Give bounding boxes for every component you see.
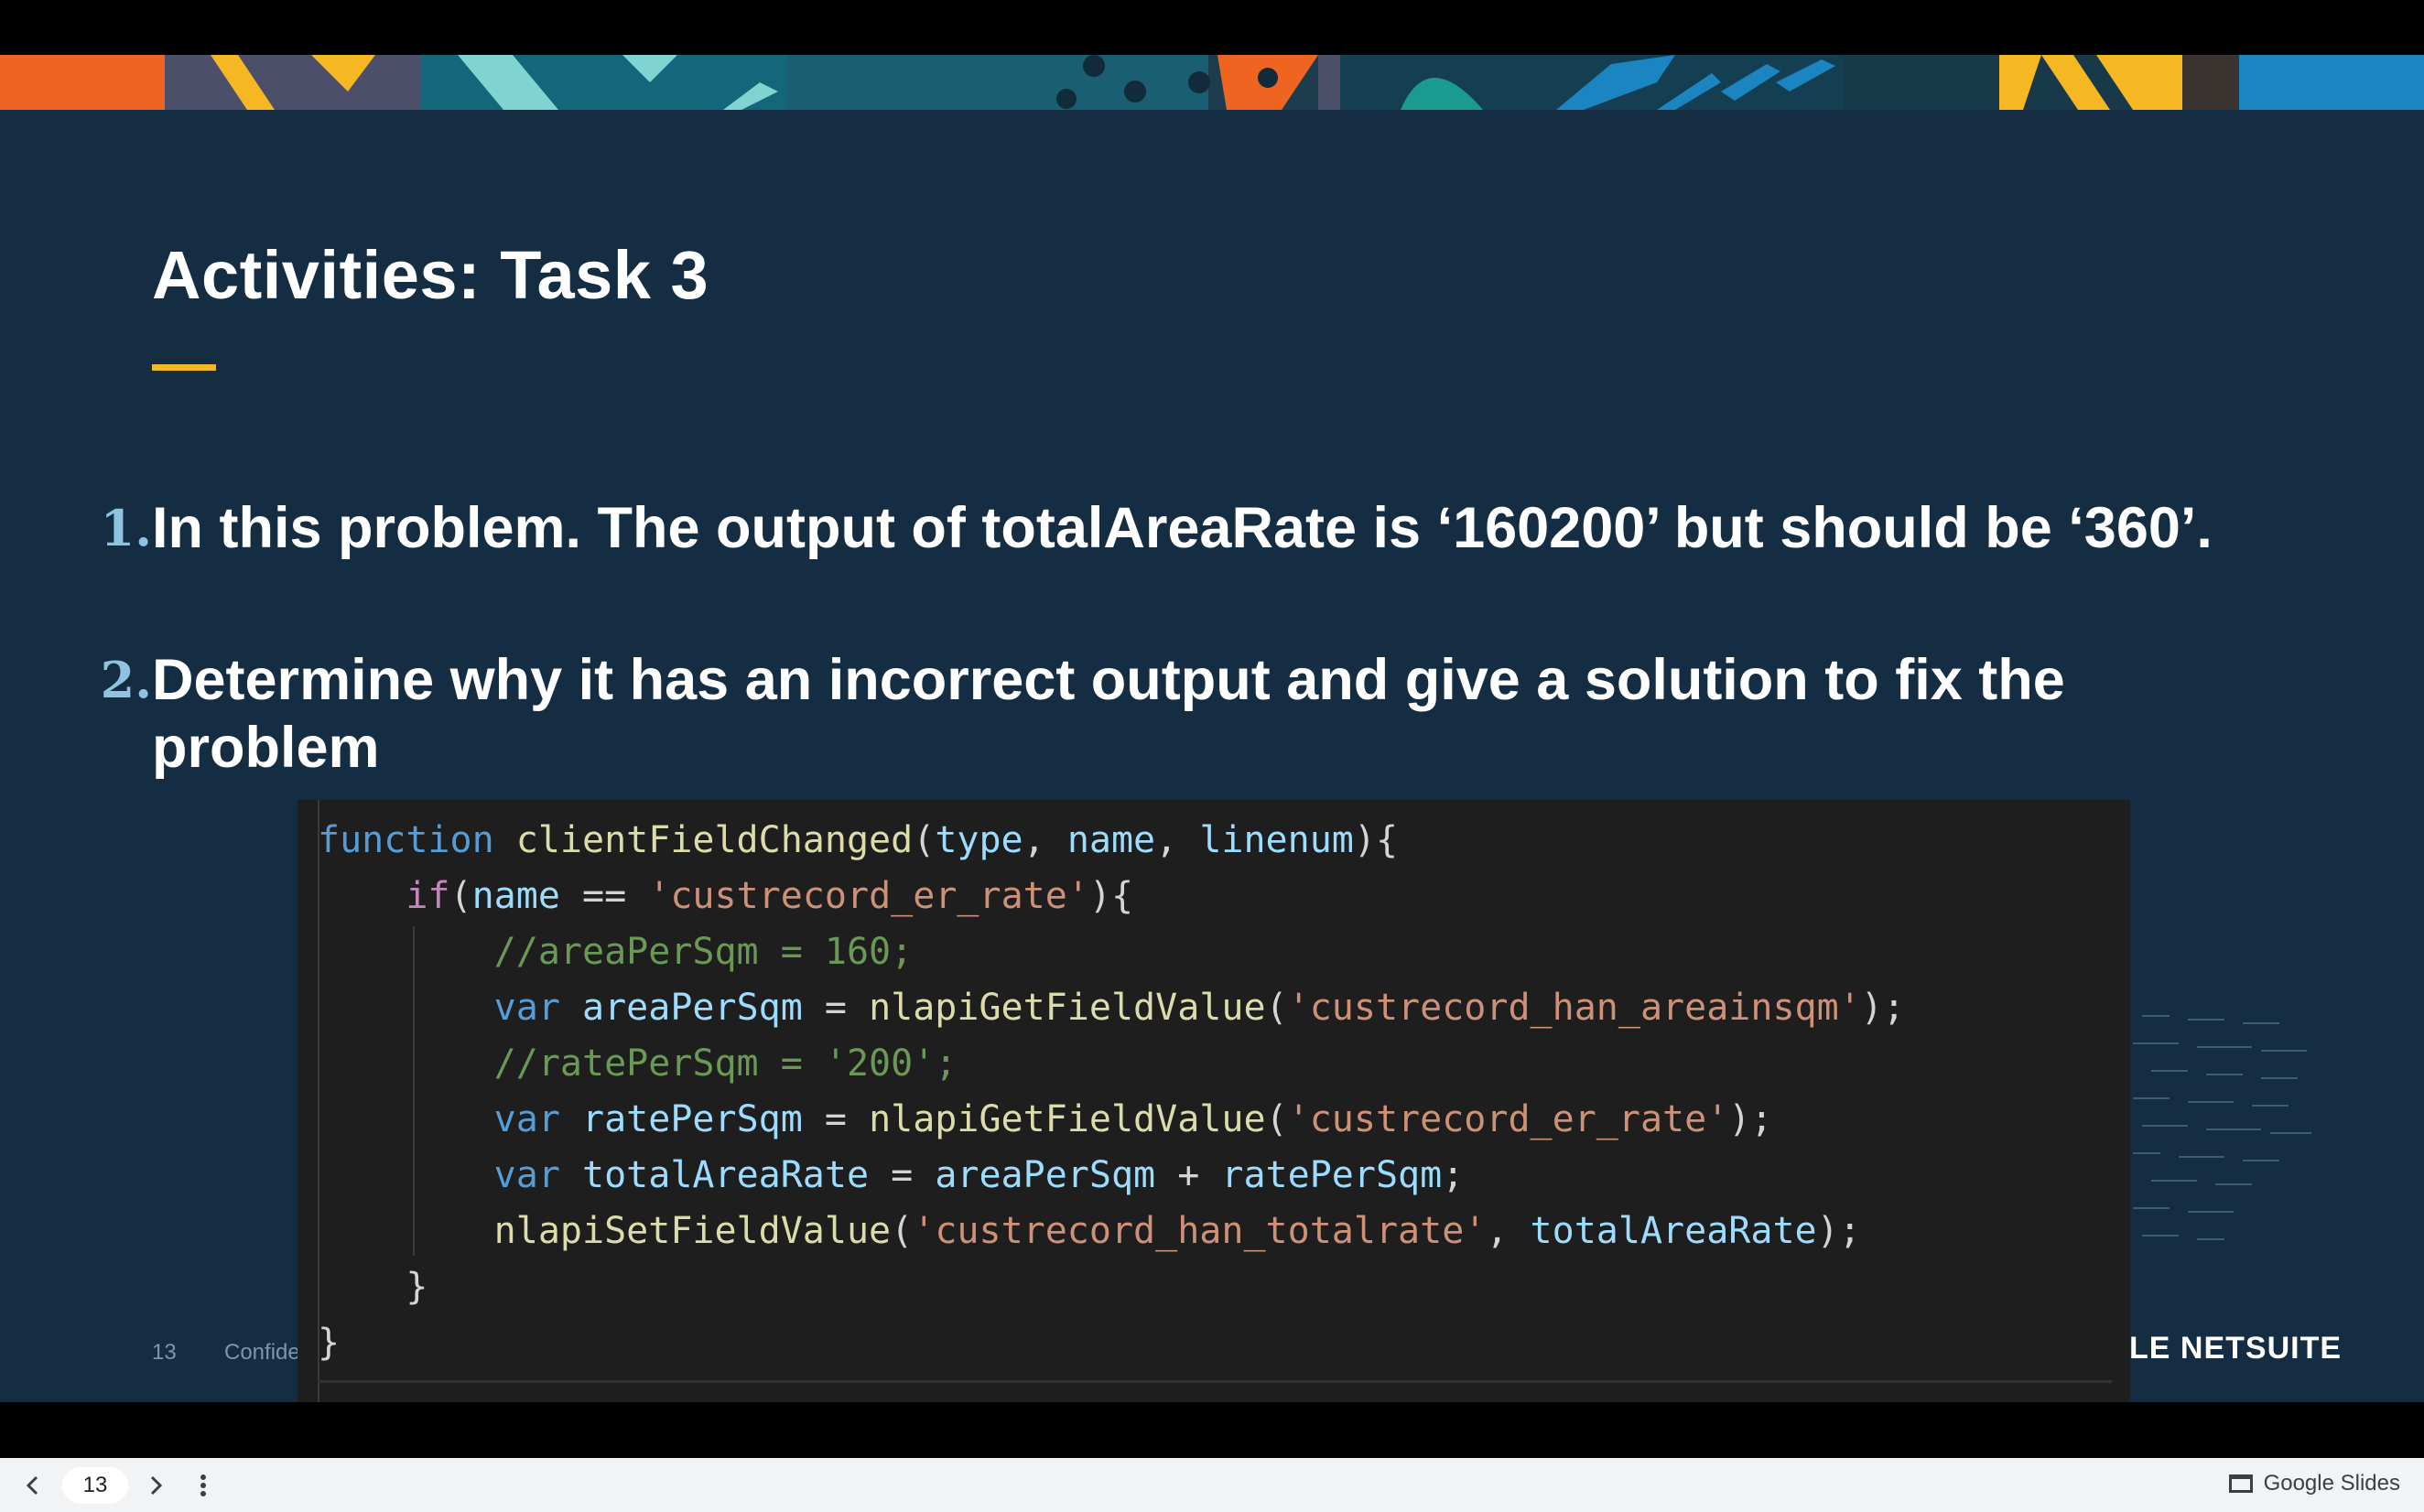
code-line: var totalAreaRate = areaPerSqm + ratePer… — [493, 1154, 1465, 1196]
presentation-toolbar: 13 Google Slides — [0, 1458, 2424, 1512]
code-line: if(name == 'custrecord_er_rate'){ — [406, 875, 1134, 917]
slide-page-number: 13 — [152, 1340, 177, 1365]
list-number: 1. — [100, 499, 152, 557]
list-item-text: Determine why it has an incorrect output… — [152, 648, 2065, 780]
list-item: 2. Determine why it has an incorrect outp… — [101, 646, 2257, 782]
code-comment-line: //ratePerSqm = '200'; — [493, 1042, 958, 1085]
presentation-viewer: Activities: Task 3 1. In this problem. Th… — [0, 0, 2424, 1512]
slide: Activities: Task 3 1. In this problem. Th… — [0, 55, 2424, 1402]
decorative-dash-pattern — [2133, 1015, 2311, 1240]
code-line: function clientFieldChanged(type, name, … — [318, 819, 1399, 861]
slide-number-indicator[interactable]: 13 — [62, 1467, 128, 1504]
brand-label: Google Slides — [2263, 1471, 2400, 1496]
next-slide-button[interactable] — [135, 1465, 176, 1506]
google-slides-brand[interactable]: Google Slides — [2228, 1471, 2400, 1496]
code-line: nlapiSetFieldValue('custrecord_han_total… — [493, 1210, 1861, 1252]
code-scrollbar-track — [318, 1380, 2112, 1383]
more-vert-icon — [200, 1474, 206, 1496]
code-line: var areaPerSqm = nlapiGetFieldValue('cus… — [493, 987, 1905, 1029]
list-number: 2. — [100, 651, 152, 709]
list-item-text: In this problem. The output of totalArea… — [152, 496, 2213, 560]
code-line: } — [318, 1266, 428, 1308]
code-block: function clientFieldChanged(type, name, … — [298, 800, 2130, 1402]
slide-title: Activities: Task 3 — [152, 237, 709, 313]
confidential-label: Confidential — [224, 1340, 298, 1365]
code-line: var ratePerSqm = nlapiGetFieldValue('cus… — [493, 1098, 1773, 1140]
decorative-banner — [0, 55, 2424, 110]
slides-icon — [2228, 1474, 2253, 1493]
netsuite-logo: LE NETSUITE — [2129, 1331, 2343, 1366]
chevron-left-icon — [26, 1475, 38, 1496]
title-underline — [152, 364, 216, 371]
previous-slide-button[interactable] — [13, 1465, 53, 1506]
chevron-right-icon — [150, 1475, 163, 1496]
code-comment-line: //areaPerSqm = 160; — [493, 931, 914, 973]
more-options-button[interactable] — [183, 1465, 223, 1506]
code-line: } — [318, 1322, 341, 1364]
list-item: 1. In this problem. The output of totalAr… — [101, 494, 2257, 562]
